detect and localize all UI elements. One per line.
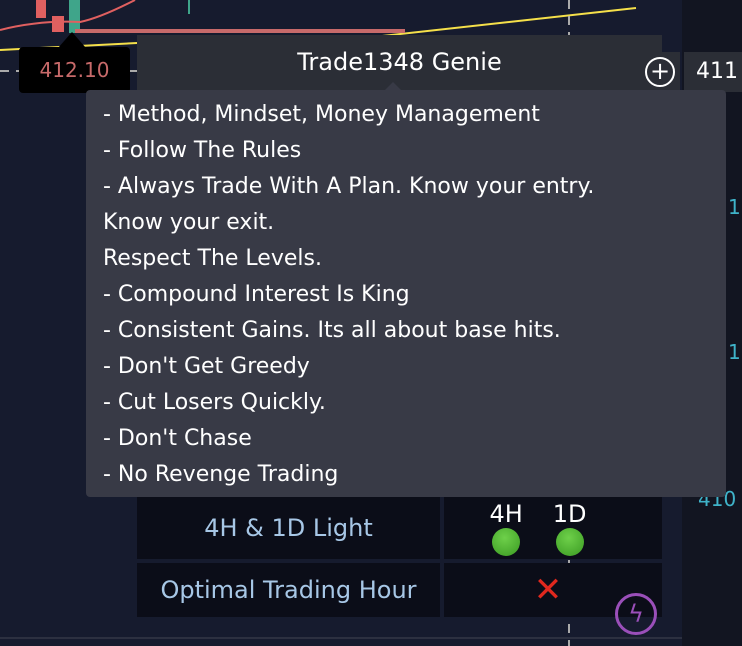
table-cell-label: Optimal Trading Hour (137, 563, 440, 617)
tooltip-line: - Always Trade With A Plan. Know your en… (103, 174, 595, 199)
table-cell-label: 4H & 1D Light (137, 497, 440, 559)
tooltip-line: - Don't Get Greedy (103, 354, 310, 379)
candle-wick (188, 0, 190, 14)
tooltip-line: - Method, Mindset, Money Management (103, 102, 540, 127)
indicator-tooltip: - Method, Mindset, Money Management - Fo… (86, 90, 726, 497)
candle-down (36, 0, 46, 18)
table-cell-status: 4H 1D (444, 497, 662, 559)
timeframe-label: 1D (552, 500, 587, 528)
tooltip-line: Know your exit. (103, 210, 275, 235)
candle-down (52, 16, 64, 32)
tooltip-line: - Follow The Rules (103, 138, 302, 163)
price-tag-arrow (58, 32, 86, 48)
cross-icon: ✕ (533, 570, 563, 610)
green-light-icon (492, 528, 521, 556)
moving-average-red (0, 0, 136, 31)
timeframe-label: 4H (489, 500, 523, 528)
add-button[interactable]: + (640, 52, 680, 92)
tooltip-line: - Consistent Gains. Its all about base h… (103, 318, 561, 343)
tooltip-line: - No Revenge Trading (103, 462, 339, 487)
axis-label: 1 (728, 340, 741, 364)
tooltip-line: Respect The Levels. (103, 246, 322, 271)
current-price-label: 411 (684, 52, 742, 92)
plus-icon: + (645, 57, 675, 87)
green-light-icon (555, 528, 584, 556)
candle-up (69, 0, 80, 33)
tooltip-line: - Compound Interest Is King (103, 282, 410, 307)
price-tag: 412.10 (19, 47, 130, 93)
lightning-icon[interactable]: ϟ (615, 593, 657, 635)
level-line (75, 29, 405, 33)
axis-label: 1 (728, 195, 741, 219)
tooltip-line: - Cut Losers Quickly. (103, 390, 326, 415)
tooltip-line: - Don't Chase (103, 426, 252, 451)
